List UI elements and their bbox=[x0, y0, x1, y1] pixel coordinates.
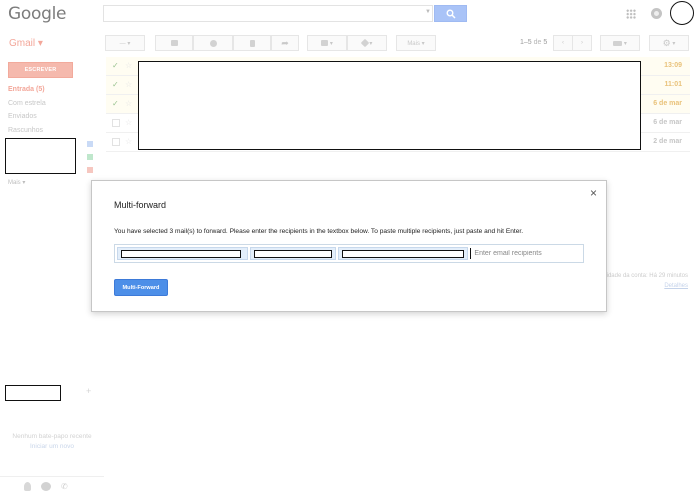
input-tools-button[interactable]: ▾ bbox=[600, 35, 640, 51]
newer-button[interactable]: ‹ bbox=[553, 35, 573, 51]
keyboard-icon bbox=[613, 40, 623, 46]
account-activity: idade da conta: Há 29 minutos Detalhes bbox=[600, 271, 688, 291]
multi-forward-dialog: × Multi-forward You have selected 3 mail… bbox=[91, 180, 607, 312]
hangouts-icon[interactable] bbox=[41, 482, 51, 491]
page-count: 1–5 de 5 bbox=[520, 39, 547, 46]
page-of: de bbox=[533, 39, 542, 46]
row-checkbox[interactable] bbox=[112, 138, 120, 146]
new-chat-plus-icon[interactable]: + bbox=[86, 386, 91, 396]
mail-time: 6 de mar bbox=[653, 119, 682, 126]
sidebar-more-link[interactable]: Mais ▾ bbox=[8, 179, 25, 186]
star-icon[interactable]: ☆ bbox=[125, 61, 132, 70]
start-new-chat-link[interactable]: Iniciar um novo bbox=[0, 442, 104, 452]
label-color-green[interactable] bbox=[87, 154, 93, 160]
avatar[interactable] bbox=[670, 1, 694, 25]
label-color-blue[interactable] bbox=[87, 141, 93, 147]
move-to-button[interactable]: ▾ bbox=[307, 35, 347, 51]
dialog-message: You have selected 3 mail(s) to forward. … bbox=[114, 228, 524, 235]
google-logo: Google bbox=[8, 4, 67, 24]
row-checkbox[interactable]: ✓ bbox=[112, 100, 120, 108]
mail-time: 11:01 bbox=[664, 81, 682, 88]
sidebar-item-starred[interactable]: Com estrela bbox=[8, 100, 46, 107]
close-icon[interactable]: × bbox=[590, 187, 597, 199]
chat-footer-icons: ✆ bbox=[24, 482, 71, 491]
archive-button[interactable] bbox=[155, 35, 193, 51]
page-range: 1–5 bbox=[520, 39, 532, 46]
redacted-recipient bbox=[121, 249, 241, 258]
text-cursor bbox=[470, 248, 472, 259]
gear-icon: ⚙ bbox=[662, 37, 671, 48]
row-checkbox[interactable] bbox=[112, 119, 120, 127]
trash-icon bbox=[249, 39, 255, 47]
star-icon[interactable]: ☆ bbox=[125, 137, 132, 146]
settings-button[interactable]: ⚙ ▾ bbox=[649, 35, 689, 51]
person-icon[interactable] bbox=[24, 482, 31, 491]
apps-grid-icon[interactable] bbox=[626, 9, 636, 19]
page-total: 5 bbox=[543, 39, 548, 46]
redacted-label-list bbox=[5, 138, 76, 174]
sidebar-item-inbox[interactable]: Entrada (5) bbox=[8, 86, 45, 93]
dialog-title: Multi-forward bbox=[114, 200, 167, 210]
notifications-icon[interactable] bbox=[651, 8, 662, 19]
labels-button[interactable]: ▾ bbox=[347, 35, 387, 51]
chat-empty-state: Nenhum bate-papo recente Iniciar um novo bbox=[0, 432, 104, 452]
row-checkbox[interactable]: ✓ bbox=[112, 81, 120, 89]
forward-button[interactable]: ➦ bbox=[271, 35, 299, 51]
redacted-recipient bbox=[254, 249, 333, 258]
older-button[interactable]: › bbox=[572, 35, 592, 51]
more-actions-button[interactable]: Mais ▾ bbox=[396, 35, 436, 51]
redacted-recipient bbox=[342, 249, 465, 258]
divider bbox=[0, 476, 104, 477]
hangouts-search-box[interactable] bbox=[5, 385, 61, 401]
mail-time: 2 de mar bbox=[653, 138, 682, 145]
archive-icon bbox=[170, 40, 178, 46]
star-icon[interactable]: ☆ bbox=[125, 99, 132, 108]
recipient-chip[interactable] bbox=[338, 247, 469, 260]
spam-icon bbox=[209, 39, 217, 47]
search-input[interactable] bbox=[103, 5, 433, 22]
details-link[interactable]: Detalhes bbox=[600, 281, 688, 291]
recipient-input[interactable] bbox=[473, 247, 581, 260]
folder-icon bbox=[321, 40, 329, 46]
delete-button[interactable] bbox=[233, 35, 271, 51]
mail-time: 6 de mar bbox=[653, 100, 682, 107]
sidebar-item-sent[interactable]: Enviados bbox=[8, 113, 37, 120]
redacted-mail-content bbox=[138, 61, 641, 150]
multi-forward-button[interactable]: Multi-Forward bbox=[114, 279, 168, 296]
select-all-checkbox[interactable]: — ▾ bbox=[105, 35, 145, 51]
label-tag-icon bbox=[360, 38, 369, 48]
phone-icon[interactable]: ✆ bbox=[61, 482, 71, 491]
last-activity-text: idade da conta: Há 29 minutos bbox=[606, 273, 688, 279]
label-color-red[interactable] bbox=[87, 167, 93, 173]
mail-time: 13:09 bbox=[664, 62, 682, 69]
star-icon[interactable]: ☆ bbox=[125, 80, 132, 89]
recipient-chip[interactable] bbox=[117, 247, 249, 260]
search-icon bbox=[446, 9, 456, 19]
chat-empty-text: Nenhum bate-papo recente bbox=[12, 433, 92, 440]
search-button[interactable] bbox=[434, 5, 467, 22]
row-checkbox[interactable]: ✓ bbox=[112, 62, 120, 70]
star-icon[interactable]: ☆ bbox=[125, 118, 132, 127]
gmail-app-switcher[interactable]: Gmail ▾ bbox=[9, 38, 43, 49]
recipients-field[interactable] bbox=[114, 244, 584, 263]
forward-arrow-icon: ➦ bbox=[281, 37, 289, 48]
report-spam-button[interactable] bbox=[193, 35, 233, 51]
compose-button[interactable]: ESCREVER bbox=[8, 62, 73, 78]
recipient-chip[interactable] bbox=[250, 247, 337, 260]
sidebar-item-drafts[interactable]: Rascunhos bbox=[8, 127, 43, 134]
search-options-chevron-icon[interactable]: ▼ bbox=[425, 9, 431, 15]
